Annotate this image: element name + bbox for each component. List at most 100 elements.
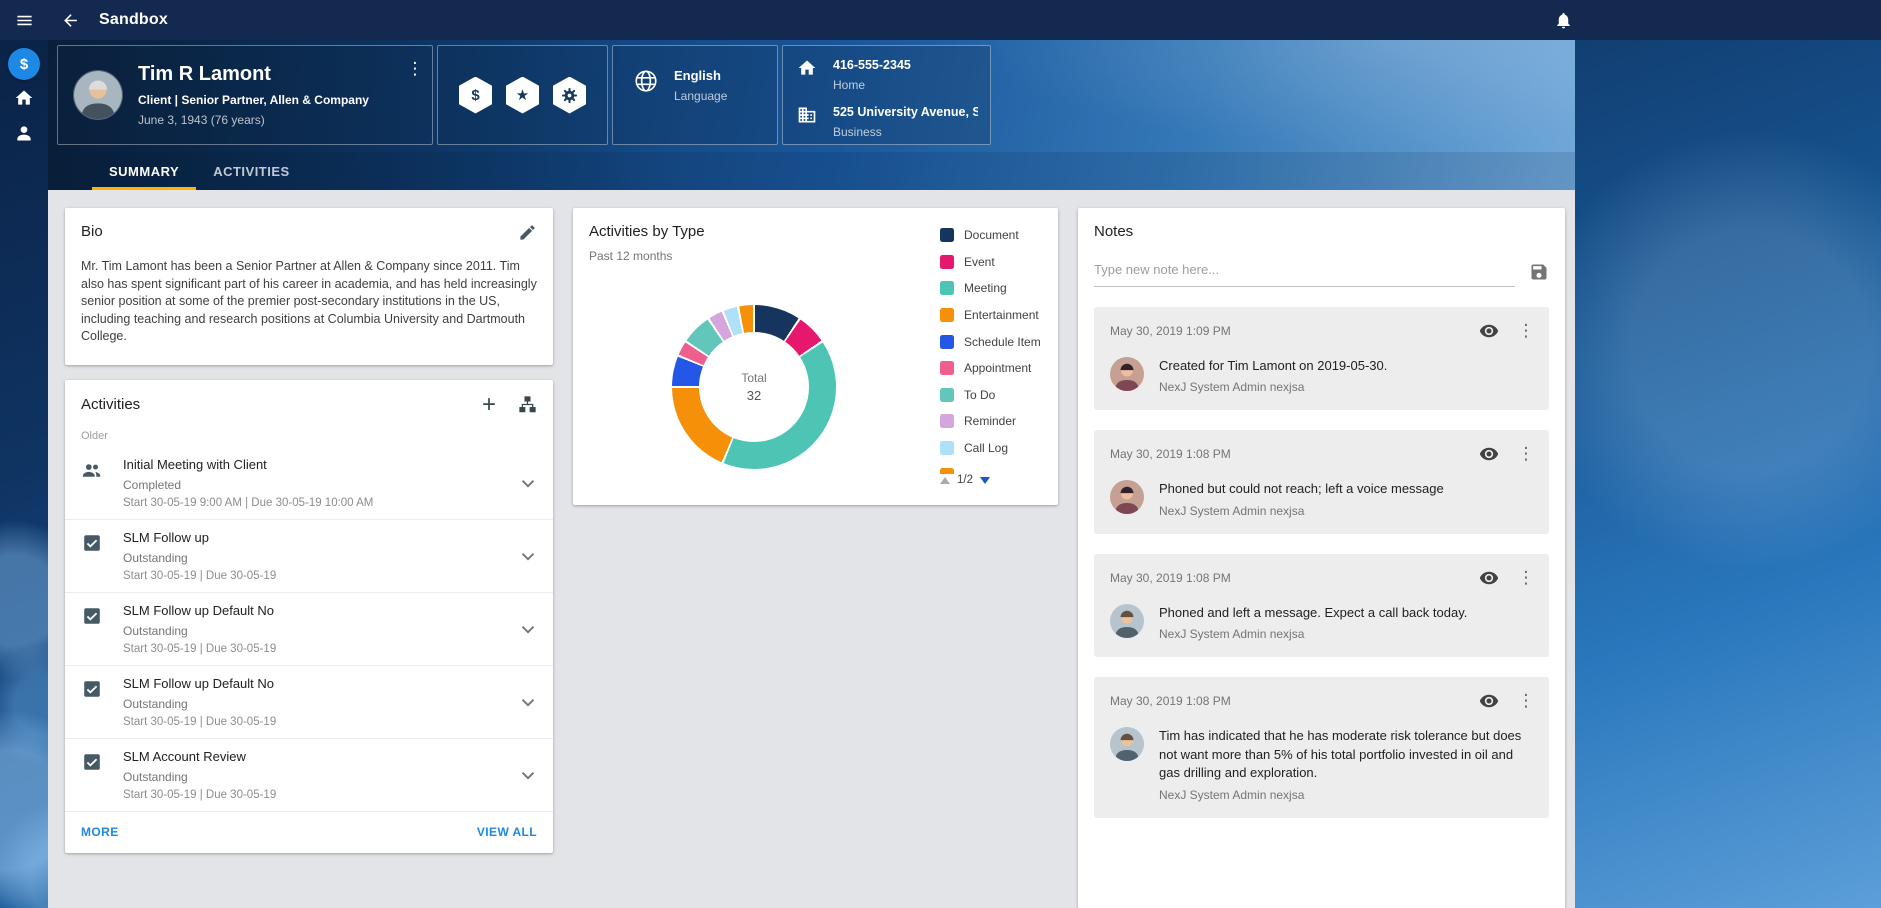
legend-item[interactable]: Meeting: [940, 275, 1075, 302]
page-down-icon[interactable]: [980, 477, 990, 484]
note-text: Tim has indicated that he has moderate r…: [1159, 727, 1537, 782]
activity-row[interactable]: SLM Follow up Default No Outstanding Sta…: [65, 666, 553, 739]
scroll-area[interactable]: Bio Mr. Tim Lamont has been a Senior Par…: [48, 190, 1575, 908]
note-item: May 30, 2019 1:08 PM ⋮ Phoned but could …: [1094, 430, 1549, 533]
legend-item[interactable]: Entertainment: [940, 302, 1075, 329]
hierarchy-icon[interactable]: [518, 395, 537, 414]
page-indicator: 1/2: [957, 474, 973, 486]
tab-bar: SUMMARY ACTIVITIES: [48, 152, 1575, 190]
chevron-down-icon[interactable]: [517, 764, 539, 786]
badges-card: $ ★: [437, 45, 608, 145]
page-title: Sandbox: [99, 11, 168, 29]
edit-pencil-icon[interactable]: [518, 223, 537, 242]
legend-item[interactable]: To Do: [940, 382, 1075, 409]
notification-bell-icon[interactable]: [1543, 0, 1583, 40]
note-author: NexJ System Admin nexjsa: [1159, 788, 1537, 802]
note-author: NexJ System Admin nexjsa: [1159, 504, 1444, 518]
legend-label: Document: [964, 228, 1019, 242]
dollar-badge-icon[interactable]: $: [8, 48, 40, 80]
back-icon[interactable]: [48, 0, 92, 40]
chevron-down-icon[interactable]: [517, 618, 539, 640]
chevron-down-icon[interactable]: [517, 545, 539, 567]
task-icon: [81, 532, 103, 554]
chevron-down-icon[interactable]: [517, 691, 539, 713]
activity-row[interactable]: SLM Account Review Outstanding Start 30-…: [65, 739, 553, 812]
address-label: Business: [833, 125, 978, 139]
tab-activities[interactable]: ACTIVITIES: [196, 152, 307, 190]
view-all-button[interactable]: VIEW ALL: [477, 825, 537, 839]
legend-item[interactable]: Schedule Item: [940, 328, 1075, 355]
activity-status: Outstanding: [123, 624, 517, 638]
donut-total-value: 32: [747, 388, 761, 403]
profile-subtitle: Client | Senior Partner, Allen & Company: [138, 93, 369, 107]
bio-title: Bio: [81, 223, 103, 240]
activity-row[interactable]: Initial Meeting with Client Completed St…: [65, 447, 553, 520]
activity-title: SLM Follow up Default No: [123, 603, 517, 618]
activity-title: SLM Follow up Default No: [123, 676, 517, 691]
person-icon[interactable]: [4, 115, 44, 150]
donut-total-label: Total: [741, 371, 766, 385]
add-activity-icon[interactable]: +: [482, 395, 496, 415]
tab-summary[interactable]: SUMMARY: [92, 152, 196, 190]
task-icon: [81, 751, 103, 773]
profile-name: Tim R Lamont: [138, 63, 369, 86]
note-menu-icon[interactable]: ⋮: [1515, 443, 1537, 465]
legend-item[interactable]: Document: [940, 222, 1075, 249]
legend-swatch: [940, 308, 954, 322]
notes-card: Notes May 30, 2019 1:09 PM ⋮: [1078, 208, 1565, 908]
activity-row[interactable]: SLM Follow up Default No Outstanding Sta…: [65, 593, 553, 666]
eye-icon[interactable]: [1479, 321, 1499, 341]
activity-status: Outstanding: [123, 551, 517, 565]
legend-swatch: [940, 361, 954, 375]
notes-list: May 30, 2019 1:09 PM ⋮ Created for Tim L…: [1094, 307, 1549, 818]
legend-item[interactable]: Reminder: [940, 408, 1075, 435]
legend-item[interactable]: Call Log: [940, 435, 1075, 462]
note-menu-icon[interactable]: ⋮: [1515, 690, 1537, 712]
note-author-avatar: [1110, 357, 1144, 391]
chevron-down-icon[interactable]: [517, 472, 539, 494]
activity-row[interactable]: SLM Follow up Outstanding Start 30-05-19…: [65, 520, 553, 593]
badge-dollar-icon[interactable]: $: [459, 77, 492, 114]
activities-group-label: Older: [65, 415, 553, 447]
legend-item[interactable]: Appointment: [940, 355, 1075, 382]
right-column: Notes May 30, 2019 1:09 PM ⋮: [1078, 208, 1565, 908]
address-row: 525 University Avenue, S... Business: [797, 105, 978, 139]
save-icon[interactable]: [1529, 262, 1549, 282]
note-text: Phoned and left a message. Expect a call…: [1159, 604, 1467, 622]
badge-gear-icon[interactable]: [553, 77, 586, 114]
activities-title: Activities: [81, 396, 140, 413]
activities-by-type-card: Activities by Type Past 12 months Total …: [573, 208, 1058, 505]
note-menu-icon[interactable]: ⋮: [1515, 320, 1537, 342]
activity-status: Outstanding: [123, 770, 517, 784]
note-item: May 30, 2019 1:09 PM ⋮ Created for Tim L…: [1094, 307, 1549, 410]
language-card[interactable]: English Language: [612, 45, 778, 145]
home-icon: [797, 58, 817, 78]
menu-icon[interactable]: [0, 0, 48, 40]
note-input[interactable]: [1094, 256, 1515, 287]
profile-card[interactable]: Tim R Lamont Client | Senior Partner, Al…: [57, 45, 433, 145]
note-timestamp: May 30, 2019 1:08 PM: [1110, 694, 1479, 708]
profile-banner: Tim R Lamont Client | Senior Partner, Al…: [48, 40, 1575, 190]
home-icon[interactable]: [4, 80, 44, 115]
eye-icon[interactable]: [1479, 568, 1499, 588]
eye-icon[interactable]: [1479, 444, 1499, 464]
note-menu-icon[interactable]: ⋮: [1515, 567, 1537, 589]
top-app-bar: Sandbox: [0, 0, 1881, 40]
bio-text: Mr. Tim Lamont has been a Senior Partner…: [81, 258, 537, 346]
legend-item[interactable]: Event: [940, 249, 1075, 276]
profile-avatar: [74, 71, 122, 119]
app-root: Sandbox $: [0, 0, 1881, 908]
eye-icon[interactable]: [1479, 691, 1499, 711]
activity-status: Outstanding: [123, 697, 517, 711]
legend-swatch: [940, 255, 954, 269]
notes-title: Notes: [1094, 223, 1549, 240]
page-up-icon[interactable]: [940, 477, 950, 484]
profile-menu-icon[interactable]: ⋮: [404, 58, 426, 80]
activity-dates: Start 30-05-19 | Due 30-05-19: [123, 716, 517, 728]
legend-item[interactable]: [940, 461, 1075, 474]
note-author-avatar: [1110, 727, 1144, 761]
contact-card[interactable]: 416-555-2345 Home 525 University Avenue,…: [782, 45, 991, 145]
badge-star-icon[interactable]: ★: [506, 77, 539, 114]
more-button[interactable]: MORE: [81, 825, 119, 839]
activity-dates: Start 30-05-19 | Due 30-05-19: [123, 570, 517, 582]
